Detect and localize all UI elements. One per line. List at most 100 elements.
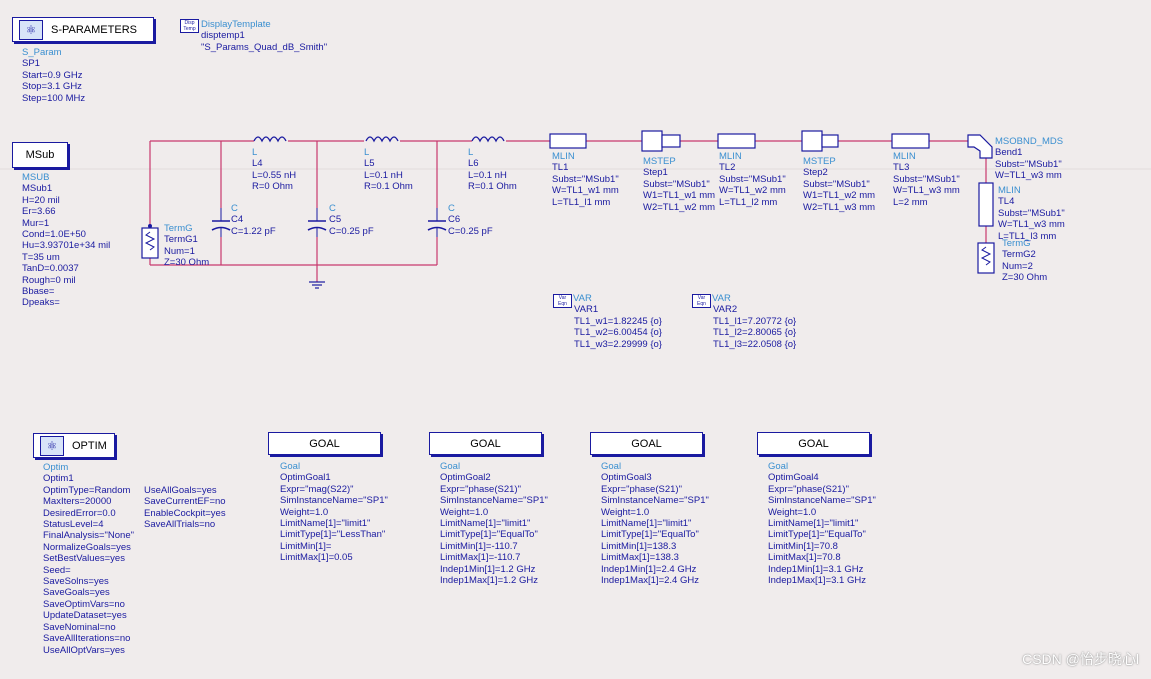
termg2-symbol[interactable] <box>977 242 995 274</box>
param-line: C=1.22 pF <box>231 225 276 237</box>
param-line: OptimGoal1 <box>280 472 331 484</box>
param-line: Subst="MSub1" <box>893 173 960 185</box>
param-line: Indep1Max[1]=1.2 GHz <box>440 575 538 587</box>
param-line: OptimType=Random <box>43 484 131 496</box>
param-line: SimInstanceName="SP1" <box>768 495 876 507</box>
optim-label: OPTIM <box>72 439 107 452</box>
param-line: SetBestValues=yes <box>43 553 125 565</box>
param-line: Subst="MSub1" <box>719 173 786 185</box>
param-line: LimitMin[1]=70.8 <box>768 540 838 552</box>
param-line: Z=30 Ohm <box>1002 272 1048 284</box>
param-line: SaveGoals=yes <box>43 587 110 599</box>
param-line: LimitMax[1]=70.8 <box>768 552 841 564</box>
msub-button[interactable]: MSub <box>12 142 68 168</box>
param-line: VAR <box>573 293 592 304</box>
var1-icon[interactable]: Var Eqn <box>553 294 572 308</box>
param-line: L=2 mm <box>893 196 928 208</box>
goal2-button[interactable]: GOAL <box>429 432 542 455</box>
mstep-step1-symbol[interactable] <box>641 130 681 152</box>
inductor-l6-symbol[interactable] <box>471 136 505 143</box>
param-line: TermG2 <box>1002 249 1036 261</box>
param-line: MSub1 <box>22 183 53 195</box>
mlin-tl4-symbol[interactable] <box>978 182 994 227</box>
param-line: Rough=0 mil <box>22 274 76 286</box>
param-line: TL1_l2=2.80065 {o} <box>713 327 797 339</box>
inductor-l5-symbol[interactable] <box>365 136 399 143</box>
param-line: L=0.1 nH <box>468 169 507 181</box>
goal1-button[interactable]: GOAL <box>268 432 381 455</box>
param-line: SaveOptimVars=no <box>43 598 125 610</box>
goal2-label: GOAL <box>470 437 501 450</box>
param-line: C5 <box>329 214 342 226</box>
sparam-params: S_Param SP1 Start=0.9 GHz Stop=3.1 GHz Step=… <box>22 47 85 104</box>
param-line: MSOBND_MDS <box>995 136 1064 147</box>
optim-logo-icon: ⚛ <box>40 435 64 456</box>
tl1-params: MLIN TL1 Subst="MSub1" W=TL1_w1 mm L=TL1_l1 … <box>552 151 619 208</box>
capacitor-c4-symbol[interactable] <box>211 208 231 237</box>
csdn-watermark: CSDN @怡步晓心l <box>1022 651 1139 667</box>
param-line: VAR2 <box>713 304 738 316</box>
goal4-label: GOAL <box>798 437 829 450</box>
param-line: EnableCockpit=yes <box>144 507 226 519</box>
param-line: Weight=1.0 <box>280 506 329 518</box>
param-line: MLIN <box>552 151 575 162</box>
var2-params: VAR VAR2 TL1_l1=7.20772 {o} TL1_l2=2.80065 … <box>712 293 797 350</box>
param-line: TL2 <box>719 162 736 174</box>
var1-params: VAR VAR1 TL1_w1=1.82245 {o} TL1_w2=6.00454 … <box>573 293 662 350</box>
goal3-button[interactable]: GOAL <box>590 432 703 455</box>
msobnd-bend1-symbol[interactable] <box>967 134 993 159</box>
inductor-l4-symbol[interactable] <box>253 136 287 143</box>
param-line: TermG <box>164 223 193 234</box>
optim-button[interactable]: ⚛ OPTIM <box>33 433 115 458</box>
param-line: L4 <box>252 158 263 170</box>
step1-params: MSTEP Step1 Subst="MSub1" W1=TL1_w1 mm W2=TL… <box>643 156 715 213</box>
param-line: Step=100 MHz <box>22 92 86 104</box>
capacitor-c6-symbol[interactable] <box>427 208 447 237</box>
optim-params: Optim Optim1 OptimType=Random MaxIters=2000… <box>43 462 134 656</box>
param-line: Weight=1.0 <box>768 506 817 518</box>
param-line: StatusLevel=4 <box>43 519 104 531</box>
var2-icon[interactable]: Var Eqn <box>692 294 711 308</box>
param-line: SaveAllTrials=no <box>144 519 216 531</box>
param-line: Subst="MSub1" <box>803 178 870 190</box>
param-line: SaveNominal=no <box>43 621 116 633</box>
param-line: Bbase= <box>22 286 55 298</box>
param-line: SaveAllIterations=no <box>43 633 131 645</box>
goal4-params: Goal OptimGoal4 Expr="phase(S21)" SimInstan… <box>768 461 876 586</box>
param-line: L=TL1_l2 mm <box>719 196 778 208</box>
param-line: Num=1 <box>164 245 195 257</box>
capacitor-c5-symbol[interactable] <box>307 208 327 237</box>
mstep-step2-symbol[interactable] <box>801 130 839 152</box>
param-line: Weight=1.0 <box>440 506 489 518</box>
param-line: Hu=3.93701e+34 mil <box>22 240 111 252</box>
param-line: OptimGoal3 <box>601 472 652 484</box>
param-line: LimitMax[1]=-110.7 <box>440 552 521 564</box>
l5-params: L L5 L=0.1 nH R=0.1 Ohm <box>364 147 413 193</box>
param-line: Expr="phase(S21)" <box>768 483 849 495</box>
l6-params: L L6 L=0.1 nH R=0.1 Ohm <box>468 147 517 193</box>
display-template-params: DisplayTemplate disptemp1 "S_Params_Quad_d… <box>201 19 327 53</box>
param-line: W=TL1_w3 mm <box>995 170 1062 182</box>
param-line: W=TL1_w2 mm <box>719 185 786 197</box>
goal4-button[interactable]: GOAL <box>757 432 870 455</box>
param-line: LimitName[1]="limit1" <box>440 518 531 530</box>
param-line: SP1 <box>22 58 40 70</box>
goal1-params: Goal OptimGoal1 Expr="mag(S22)" SimInstance… <box>280 461 388 564</box>
s-parameters-button[interactable]: ⚛ S-PARAMETERS <box>12 17 154 42</box>
param-line: TermG <box>1002 238 1031 249</box>
param-line: W=TL1_w3 mm <box>998 219 1065 231</box>
display-template-icon[interactable]: Disp Temp <box>180 19 199 33</box>
param-line: W=TL1_w1 mm <box>552 185 619 197</box>
param-line: C <box>329 203 336 214</box>
tl4-params: MLIN TL4 Subst="MSub1" W=TL1_w3 mm L=TL1_l3 … <box>998 185 1065 242</box>
param-line: UseAllGoals=yes <box>144 485 217 496</box>
param-line: Indep1Max[1]=3.1 GHz <box>768 575 866 587</box>
param-line: TL1_l1=7.20772 {o} <box>713 315 797 327</box>
param-line: MLIN <box>719 151 742 162</box>
mlin-tl1-symbol[interactable] <box>549 133 587 149</box>
param-line: Step2 <box>803 167 828 179</box>
termg1-symbol[interactable] <box>141 224 159 259</box>
mlin-tl2-symbol[interactable] <box>717 133 756 149</box>
param-line: Cond=1.0E+50 <box>22 229 86 241</box>
mlin-tl3-symbol[interactable] <box>891 133 930 149</box>
